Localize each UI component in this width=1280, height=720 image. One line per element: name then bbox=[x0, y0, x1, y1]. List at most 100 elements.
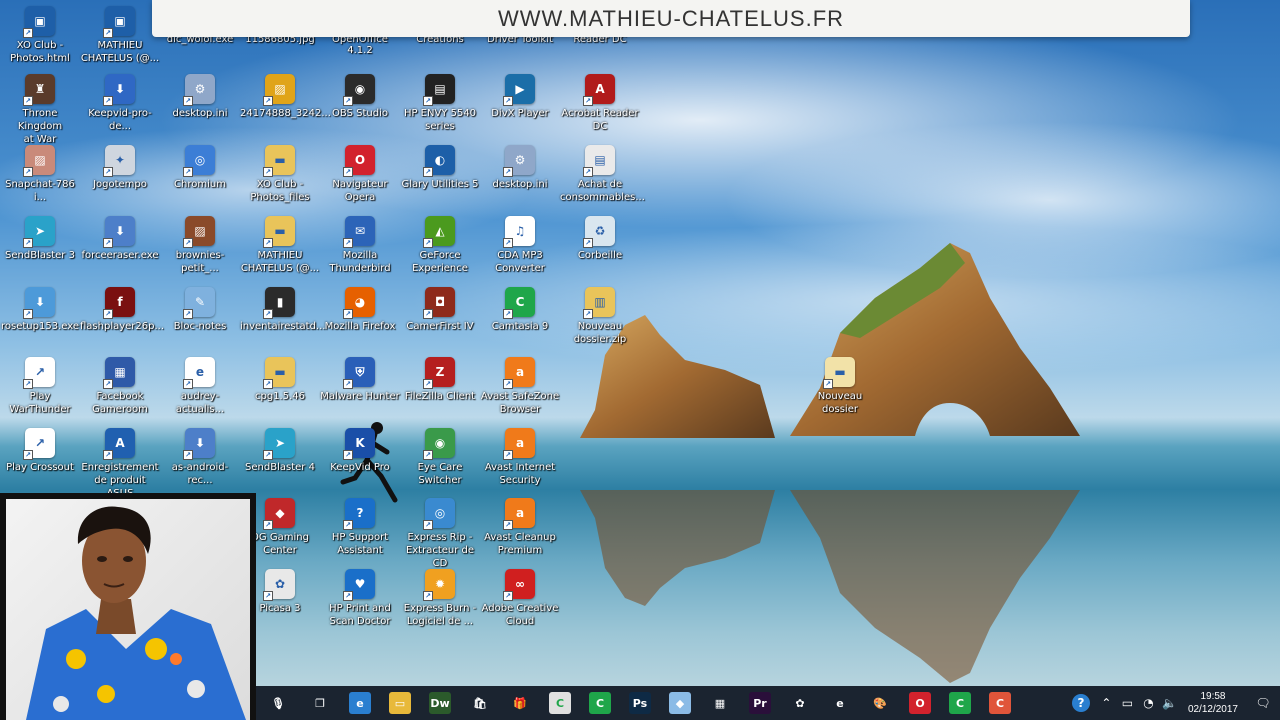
taskbar-button[interactable]: ◆ bbox=[660, 686, 700, 720]
desktop-icon[interactable]: a ↗ Avast SafeZone Browser bbox=[480, 357, 560, 416]
desktop-icon[interactable]: ▬ ↗ XO Club - Photos_files bbox=[240, 145, 320, 204]
desktop-icon[interactable]: ➤ ↗ SendBlaster 3 bbox=[0, 216, 80, 262]
desktop-icon[interactable]: O ↗ Navigateur Opera bbox=[320, 145, 400, 204]
desktop-icon[interactable]: ♜ ↗ Throne Kingdom at War bbox=[0, 74, 80, 146]
opera-icon: O ↗ bbox=[343, 145, 375, 177]
desktop-icon[interactable]: ◘ ↗ CamerFirst IV bbox=[400, 287, 480, 333]
desktop-icon[interactable]: ✉ ↗ Mozilla Thunderbird bbox=[320, 216, 400, 275]
shortcut-arrow-icon: ↗ bbox=[263, 309, 273, 319]
desktop-icon[interactable]: ▣ ↗ XO Club - Photos.html bbox=[0, 6, 80, 65]
dreamweaver-icon: Dw bbox=[429, 692, 451, 714]
battery-icon[interactable]: ▭ bbox=[1117, 686, 1138, 720]
gameroom-icon: ▦ ↗ bbox=[103, 357, 135, 389]
desktop-icon-label: flashplayer26p... bbox=[80, 321, 165, 332]
desktop-icon[interactable]: A↗Enregistrement de produit ASUS bbox=[80, 428, 160, 500]
desktop-icon[interactable]: ⬇ ↗ Keepvid-pro-de... bbox=[80, 74, 160, 133]
desktop-icon[interactable]: ▨ ↗ brownies-petit_... bbox=[160, 216, 240, 275]
taskbar-button[interactable]: ✿ bbox=[780, 686, 820, 720]
desktop-icon[interactable]: a ↗ Avast Cleanup Premium bbox=[480, 498, 560, 557]
desktop-icon[interactable]: ◉ ↗ Eye Care Switcher bbox=[400, 428, 480, 487]
taskbar-button[interactable]: ❐ bbox=[300, 686, 340, 720]
desktop-icon[interactable]: ↗ ↗ Play Crossout bbox=[0, 428, 80, 474]
settings-file-icon: ⚙ ↗ bbox=[183, 74, 215, 106]
desktop-icon[interactable]: ▨ ↗ Snapchat-786 i... bbox=[0, 145, 80, 204]
shortcut-arrow-icon: ↗ bbox=[503, 450, 513, 460]
desktop-icon-label: CDA MP3 Converter bbox=[495, 250, 545, 274]
desktop-icon[interactable]: ♥ ↗ HP Print and Scan Doctor bbox=[320, 569, 400, 628]
desktop-icon[interactable]: ✦ ↗ Jogotempo bbox=[80, 145, 160, 191]
desktop-icon[interactable]: ▬ ↗ cpg1.5.46 bbox=[240, 357, 320, 403]
taskbar-button[interactable]: 🛍 bbox=[460, 686, 500, 720]
taskbar-button[interactable]: C bbox=[940, 686, 980, 720]
desktop-icon-label: XO Club - Photos.html bbox=[10, 40, 70, 64]
desktop-icon[interactable]: ◎ ↗ Chromium bbox=[160, 145, 240, 191]
taskbar-button[interactable]: ▭ bbox=[380, 686, 420, 720]
desktop-icon[interactable]: ▤ ↗ HP ENVY 5540 series bbox=[400, 74, 480, 133]
desktop-icon[interactable]: ◉ ↗ OBS Studio bbox=[320, 74, 400, 120]
desktop-icon[interactable]: ♫ ↗ CDA MP3 Converter bbox=[480, 216, 560, 275]
taskbar-button[interactable]: C bbox=[580, 686, 620, 720]
taskbar-button[interactable]: C bbox=[540, 686, 580, 720]
desktop-icon[interactable]: ▶ ↗ DivX Player bbox=[480, 74, 560, 120]
desktop-icon-label: Achat de consommables... bbox=[560, 179, 645, 203]
desktop-icon[interactable]: ↗ ↗ Play WarThunder bbox=[0, 357, 80, 416]
volume-icon[interactable]: 🔈 bbox=[1159, 686, 1180, 720]
shortcut-arrow-icon: ↗ bbox=[343, 238, 353, 248]
shortcut-arrow-icon: ↗ bbox=[583, 309, 593, 319]
taskbar-button[interactable]: 🎁 bbox=[500, 686, 540, 720]
desktop-icon[interactable]: C ↗ Camtasia 9 bbox=[480, 287, 560, 333]
shortcut-arrow-icon: ↗ bbox=[263, 520, 273, 530]
desktop-icon[interactable]: ◭ ↗ GeForce Experience bbox=[400, 216, 480, 275]
camera-icon: ◘ ↗ bbox=[423, 287, 455, 319]
desktop-icon[interactable]: ⚙ ↗ desktop.ini bbox=[160, 74, 240, 120]
desktop-icon[interactable]: ✎ ↗ Bloc-notes bbox=[160, 287, 240, 333]
desktop-icon[interactable]: ▨ ↗ 24174888_3242... bbox=[240, 74, 331, 120]
desktop-icon[interactable]: ♻ ↗ Corbeille bbox=[560, 216, 640, 262]
chevron-up-icon[interactable]: ⌃ bbox=[1096, 686, 1117, 720]
desktop-icon[interactable]: A ↗ Acrobat Reader DC bbox=[560, 74, 640, 133]
desktop-icon[interactable]: ▬ ↗ Nouveau dossier bbox=[800, 357, 880, 416]
notification-center-icon[interactable]: 🗨 bbox=[1246, 686, 1280, 720]
taskbar-button[interactable]: Pr bbox=[740, 686, 780, 720]
desktop-icon[interactable]: ⛨ ↗ Malware Hunter bbox=[320, 357, 400, 403]
desktop-icon[interactable]: ▬ ↗ MATHIEU CHATELUS (@... bbox=[240, 216, 320, 275]
desktop-icon[interactable]: ✹ ↗ Express Burn - Logiciel de ... bbox=[400, 569, 480, 628]
desktop-icon[interactable]: ⬇ ↗ as-android-rec... bbox=[160, 428, 240, 487]
desktop-icon[interactable]: ➤ ↗ SendBlaster 4 bbox=[240, 428, 320, 474]
desktop-icon[interactable]: a ↗ Avast Internet Security bbox=[480, 428, 560, 487]
desktop-icon[interactable]: ◕ ↗ Mozilla Firefox bbox=[320, 287, 400, 333]
desktop-icon[interactable]: ◎ ↗ Express Rip - Extracteur de CD bbox=[400, 498, 480, 570]
gift-icon: 🎁 bbox=[513, 696, 527, 710]
taskbar-button[interactable]: e bbox=[340, 686, 380, 720]
shortcut-arrow-icon: ↗ bbox=[183, 96, 193, 106]
taskbar-button[interactable]: Ps bbox=[620, 686, 660, 720]
desktop-icon[interactable]: ⬇ ↗ rosetup153.exe bbox=[0, 287, 80, 333]
desktop-icon[interactable]: ∞ ↗ Adobe Creative Cloud bbox=[480, 569, 560, 628]
desktop-icon[interactable]: e ↗ audrey-actualis... bbox=[160, 357, 240, 416]
desktop-icon[interactable]: K ↗ KeepVid Pro bbox=[320, 428, 400, 474]
shortcut-arrow-icon: ↗ bbox=[103, 238, 113, 248]
desktop-icon[interactable]: ⚙ ↗ desktop.ini bbox=[480, 145, 560, 191]
taskbar-button[interactable]: ▦ bbox=[700, 686, 740, 720]
help-tray-icon[interactable]: ? bbox=[1071, 694, 1090, 712]
desktop-icon[interactable]: ▥ ↗ Nouveau dossier.zip bbox=[560, 287, 640, 346]
desktop-icon[interactable]: Z ↗ FileZilla Client bbox=[400, 357, 480, 403]
taskbar-button[interactable]: 🎨 bbox=[860, 686, 900, 720]
photoshop-icon: Ps bbox=[629, 692, 651, 714]
taskbar-button[interactable]: Dw bbox=[420, 686, 460, 720]
desktop-icon[interactable]: ⬇ ↗ forceeraser.exe bbox=[80, 216, 160, 262]
desktop-icon[interactable]: ▣ ↗ MATHIEU CHATELUS (@... bbox=[80, 6, 160, 65]
taskbar-button[interactable]: 🎙 bbox=[256, 686, 300, 720]
desktop-icon[interactable]: ▮ ↗ inventairestatd... bbox=[240, 287, 325, 333]
desktop-icon[interactable]: ▤ ↗ Achat de consommables... bbox=[560, 145, 645, 204]
clock[interactable]: 19:58 02/12/2017 bbox=[1180, 690, 1246, 716]
desktop-icon[interactable]: f ↗ flashplayer26p... bbox=[80, 287, 165, 333]
wifi-icon[interactable]: ◔ bbox=[1138, 686, 1159, 720]
desktop-icon[interactable]: ? ↗ HP Support Assistant bbox=[320, 498, 400, 557]
taskbar-button[interactable]: C bbox=[980, 686, 1020, 720]
taskbar-button[interactable]: e bbox=[820, 686, 860, 720]
desktop-icon[interactable]: ▦ ↗ Facebook Gameroom bbox=[80, 357, 160, 416]
shortcut-arrow-icon: ↗ bbox=[423, 96, 433, 106]
desktop-icon[interactable]: ◐ ↗ Glary Utilities 5 bbox=[400, 145, 480, 191]
taskbar-button[interactable]: O bbox=[900, 686, 940, 720]
